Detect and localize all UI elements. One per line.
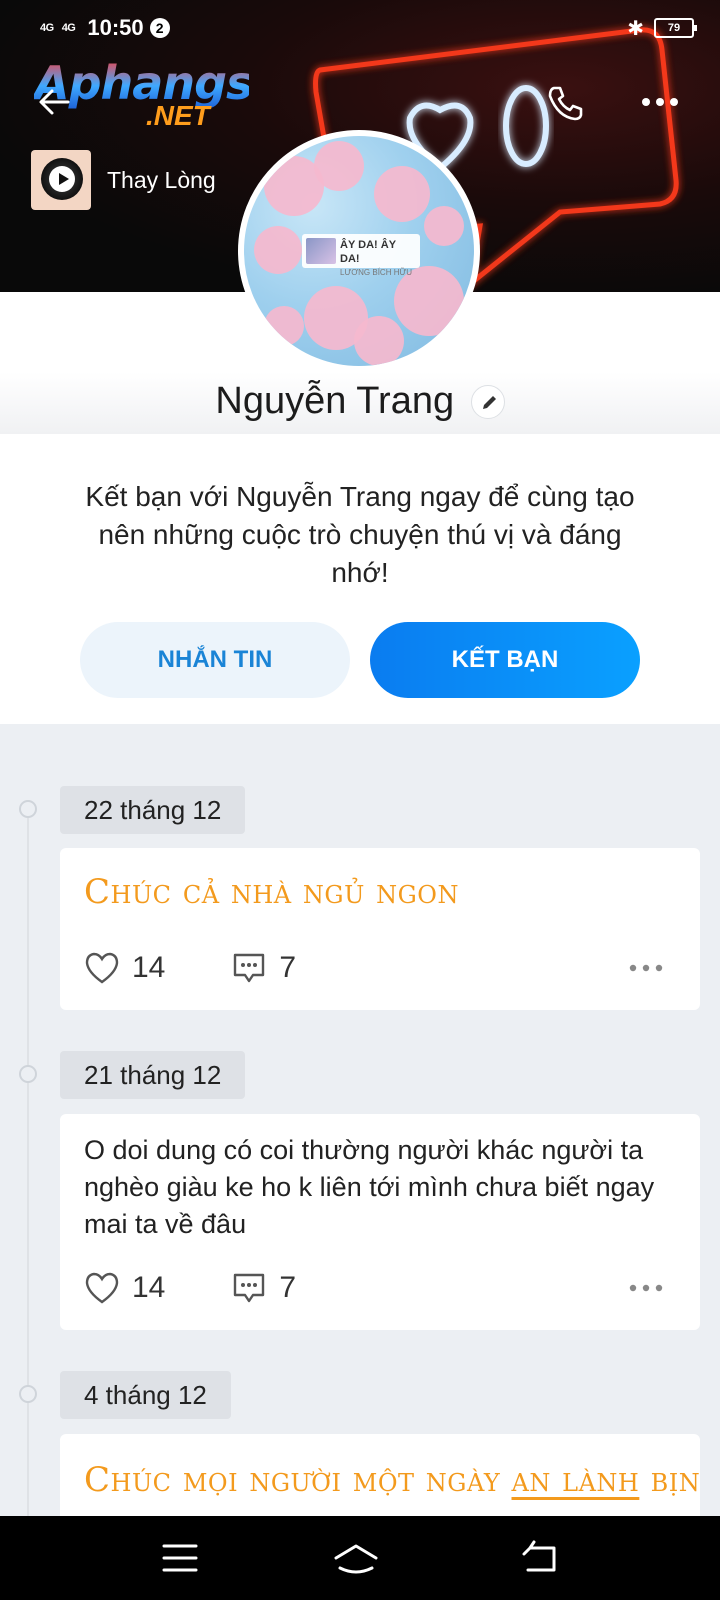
post-card[interactable]: O doi dung có coi thường người khác ngườ… [60, 1114, 700, 1330]
profile-music[interactable]: Thay Lòng [31, 150, 216, 210]
comment-count: 7 [279, 951, 297, 984]
post-date: 4 tháng 12 [60, 1371, 231, 1419]
more-options-icon[interactable] [640, 90, 680, 114]
invite-text: Kết bạn với Nguyễn Trang ngay để cùng tạ… [85, 481, 635, 588]
edit-name-button[interactable] [470, 384, 505, 419]
comment-icon [234, 953, 265, 983]
avatar-tag-title: ÂY DA! ÂY DA! [340, 239, 396, 265]
message-button[interactable]: NHẮN TIN [80, 622, 350, 698]
comment-icon [234, 1273, 265, 1303]
heart-icon[interactable] [84, 951, 120, 985]
post-more-icon[interactable] [628, 1283, 664, 1293]
comment-count: 7 [279, 1271, 297, 1304]
music-thumbnail[interactable] [31, 150, 91, 210]
post-date: 21 tháng 12 [60, 1051, 246, 1099]
post-text: O doi dung có coi thường người khác ngườ… [84, 1135, 655, 1239]
post-date: 22 tháng 12 [60, 786, 246, 834]
heart-icon[interactable] [84, 1271, 120, 1305]
post-card[interactable]: Chúc cả nhà ngủ ngon 14 7 [60, 848, 700, 1010]
music-title: Thay Lòng [107, 166, 216, 193]
post-text: Chúc mọi người một ngày an lành bịnh [60, 1434, 700, 1500]
add-friend-button[interactable]: KẾT BẠN [370, 622, 640, 698]
bluetooth-icon: ✱ [627, 17, 644, 40]
timeline-dot [19, 1385, 37, 1403]
post-actions: 14 7 [84, 948, 676, 988]
battery-icon: 79 [654, 18, 697, 38]
status-bar: 4G 4G 10:50 2 ✱ 79 [40, 12, 697, 44]
signal-1: 4G [40, 22, 54, 34]
phone-icon[interactable] [544, 82, 586, 124]
post-text-part: bịnh [650, 1460, 700, 1500]
pencil-icon [482, 395, 496, 409]
avatar-music-tag: ÂY DA! ÂY DA! LƯƠNG BÍCH HỮU [302, 234, 420, 277]
post-text-part: Chúc mọi người một ngày [84, 1460, 512, 1500]
comment-button[interactable]: 7 [231, 950, 296, 986]
back-arrow-icon[interactable] [36, 84, 72, 120]
like-count: 14 [132, 951, 166, 984]
avatar[interactable]: ÂY DA! ÂY DA! LƯƠNG BÍCH HỮU [238, 130, 480, 372]
timeline-dot [19, 800, 37, 818]
like-count: 14 [132, 1271, 166, 1304]
avatar-tag-sub: LƯƠNG BÍCH HỮU [340, 268, 413, 277]
timeline-line [27, 808, 29, 1528]
post-more-icon[interactable] [628, 963, 664, 973]
post-text-link[interactable]: an lành [512, 1460, 640, 1500]
post-text: Chúc cả nhà ngủ ngon [84, 872, 459, 912]
timeline-dot [19, 1065, 37, 1083]
signal-2: 4G [61, 22, 76, 34]
profile-name: Nguyễn Trang [215, 380, 455, 422]
system-nav-bar [0, 1516, 720, 1600]
notification-badge: 2 [149, 18, 170, 38]
watermark-sub: .NET [146, 100, 210, 131]
album-art [306, 238, 336, 264]
name-row: Nguyễn Trang [0, 380, 720, 423]
play-icon[interactable] [49, 166, 75, 192]
home-icon[interactable] [332, 1538, 380, 1578]
clock: 10:50 [87, 15, 144, 40]
menu-icon[interactable] [160, 1538, 200, 1578]
post-actions: 14 7 [84, 1268, 676, 1308]
back-nav-icon[interactable] [520, 1538, 560, 1578]
comment-button[interactable]: 7 [231, 1270, 296, 1306]
